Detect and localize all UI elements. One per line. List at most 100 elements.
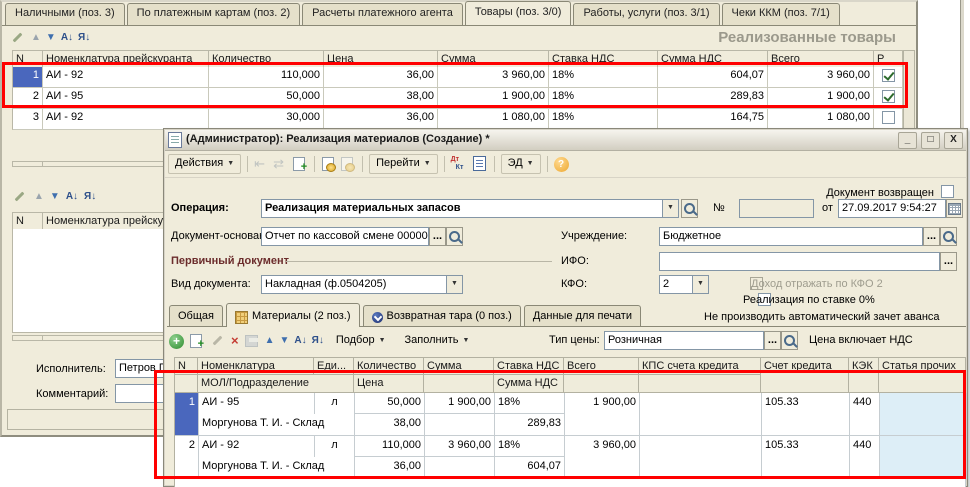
move-down-icon[interactable]: ▼ (280, 335, 290, 347)
row-checkbox[interactable] (882, 90, 895, 103)
copy-icon[interactable] (293, 157, 305, 171)
base-doc-field[interactable]: Отчет по кассовой смене 000000001 от 26 (261, 227, 429, 246)
row-checkbox[interactable] (882, 69, 895, 82)
section-title: Реализованные товары (718, 29, 896, 47)
operation-field[interactable]: Реализация материальных запасов ▼ (261, 199, 679, 218)
institution-dots-button[interactable]: ... (923, 227, 940, 246)
dt-kt-icon[interactable]: ДтКт (451, 156, 469, 172)
materials-row-1[interactable]: 1 АИ - 95 л 50,000 1 900,00 18% 1 900,00… (174, 393, 966, 436)
doc-returned-checkbox[interactable] (941, 185, 954, 198)
help-icon[interactable]: ? (554, 157, 569, 172)
price-type-label: Тип цены: (549, 334, 600, 347)
tab-goods[interactable]: Товары (поз. 3/0) (465, 1, 572, 25)
goods-row-3[interactable]: 3 АИ - 92 30,000 36,00 1 080,00 18% 164,… (12, 109, 903, 130)
move-down-icon[interactable]: ▼ (46, 32, 56, 44)
date-field[interactable]: 27.09.2017 9:54:27 (838, 199, 946, 218)
cell-total: 1 080,00 (768, 109, 874, 130)
edit-icon[interactable] (12, 189, 28, 205)
refresh-icon[interactable]: ⇄ (273, 156, 289, 172)
cell-nomenclature: АИ - 92 (199, 436, 315, 457)
separator (362, 156, 363, 172)
dropdown-button[interactable]: ▼ (692, 276, 708, 293)
kfo-select[interactable]: 2 ▼ (659, 275, 709, 294)
edit-row-icon[interactable] (210, 333, 226, 349)
operation-search-button[interactable] (681, 199, 698, 218)
price-type-dots-button[interactable]: ... (764, 331, 781, 350)
base-doc-search-button[interactable] (446, 227, 463, 246)
institution-search-button[interactable] (940, 227, 957, 246)
price-type-field[interactable]: Розничная (604, 331, 764, 350)
sort-desc-icon[interactable]: Я↓ (84, 191, 96, 203)
goods-row-1[interactable]: 1 АИ - 92 110,000 36,00 3 960,00 18% 604… (12, 67, 903, 88)
cell-r (874, 88, 903, 109)
screen: Наличными (поз. 3) По платежным картам (… (0, 0, 970, 487)
post-document-icon[interactable] (322, 157, 334, 171)
ifo-field[interactable] (659, 252, 940, 271)
calendar-button[interactable] (946, 199, 963, 218)
cell-blank (762, 457, 850, 479)
move-up-icon[interactable]: ▲ (265, 335, 275, 347)
cell-credit-account: 105.33 (762, 393, 850, 414)
separator (494, 156, 495, 172)
materials-table-empty[interactable] (174, 479, 966, 487)
delete-row-icon[interactable]: × (231, 333, 239, 349)
base-doc-dots-button[interactable]: ... (429, 227, 446, 246)
ifo-dots-button[interactable]: ... (940, 252, 957, 271)
comment-label: Комментарий: (36, 388, 108, 401)
tab-returnable-tare[interactable]: Возвратная тара (0 поз.) (363, 305, 521, 327)
institution-field[interactable]: Бюджетное (659, 227, 923, 246)
cell-mol: Моргунова Т. И. - Склад (199, 457, 355, 479)
fill-button[interactable]: Заполнить▼ (398, 331, 477, 350)
col-total: Всего (564, 357, 639, 375)
dialog-titlebar[interactable]: (Администратор): Реализация материалов (… (165, 130, 966, 151)
mdi-edge (960, 0, 964, 129)
price-type-search-button[interactable] (781, 331, 798, 350)
save-close-icon[interactable]: ⇤ (254, 156, 270, 172)
tab-print-data[interactable]: Данные для печати (524, 305, 641, 327)
sort-asc-icon[interactable]: А↓ (66, 191, 78, 203)
close-button[interactable]: X (944, 132, 963, 149)
cell-price: 38,00 (324, 88, 438, 109)
tab-cards[interactable]: По платежным картам (поз. 2) (127, 3, 300, 25)
maximize-button[interactable]: □ (921, 132, 940, 149)
sort-asc-icon[interactable]: А↓ (294, 335, 306, 347)
price-includes-vat-label: Цена включает НДС (809, 334, 913, 347)
minimize-button[interactable]: _ (898, 132, 917, 149)
ed-button[interactable]: ЭД▼ (501, 154, 541, 173)
move-end-icon[interactable] (245, 335, 258, 347)
move-up-icon[interactable]: ▲ (34, 191, 44, 203)
goods-row-2[interactable]: 2 АИ - 95 50,000 38,00 1 900,00 18% 289,… (12, 88, 903, 109)
pick-button[interactable]: Подбор▼ (329, 331, 393, 350)
tab-kkm[interactable]: Чеки ККМ (поз. 7/1) (722, 3, 840, 25)
actions-button[interactable]: Действия▼ (168, 154, 241, 173)
cell-sum: 3 960,00 (425, 436, 495, 457)
journal-icon[interactable] (473, 156, 486, 171)
goto-button[interactable]: Перейти▼ (369, 154, 438, 173)
tab-works[interactable]: Работы, услуги (поз. 3/1) (573, 3, 719, 25)
row-checkbox[interactable] (882, 111, 895, 124)
number-field[interactable] (739, 199, 814, 218)
materials-row-2[interactable]: 2 АИ - 92 л 110,000 3 960,00 18% 3 960,0… (174, 436, 966, 479)
sort-desc-icon[interactable]: Я↓ (312, 335, 324, 347)
tab-materials[interactable]: Материалы (2 поз.) (226, 303, 360, 327)
tab-agent[interactable]: Расчеты платежного агента (302, 3, 463, 25)
unpost-document-icon[interactable] (341, 157, 353, 171)
doc-kind-select[interactable]: Накладная (ф.0504205) ▼ (261, 275, 463, 294)
dropdown-button[interactable]: ▼ (662, 200, 678, 217)
sort-asc-icon[interactable]: А↓ (61, 32, 73, 44)
tab-cash[interactable]: Наличными (поз. 3) (5, 3, 125, 25)
copy-row-icon[interactable] (190, 334, 202, 348)
tab-general[interactable]: Общая (169, 305, 223, 327)
cell-blank (850, 457, 880, 479)
move-down-icon[interactable]: ▼ (50, 191, 60, 203)
cell-sum: 1 900,00 (425, 393, 495, 414)
cell-vat-sum: 164,75 (658, 109, 768, 130)
doc-kind-value: Накладная (ф.0504205) (262, 278, 446, 291)
dropdown-button[interactable]: ▼ (446, 276, 462, 293)
edit-icon[interactable] (10, 30, 26, 46)
move-up-icon[interactable]: ▲ (31, 32, 41, 44)
sort-desc-icon[interactable]: Я↓ (78, 32, 90, 44)
add-row-icon[interactable]: + (169, 334, 184, 349)
cell-kps (640, 393, 762, 414)
magnifier-icon (943, 231, 954, 242)
